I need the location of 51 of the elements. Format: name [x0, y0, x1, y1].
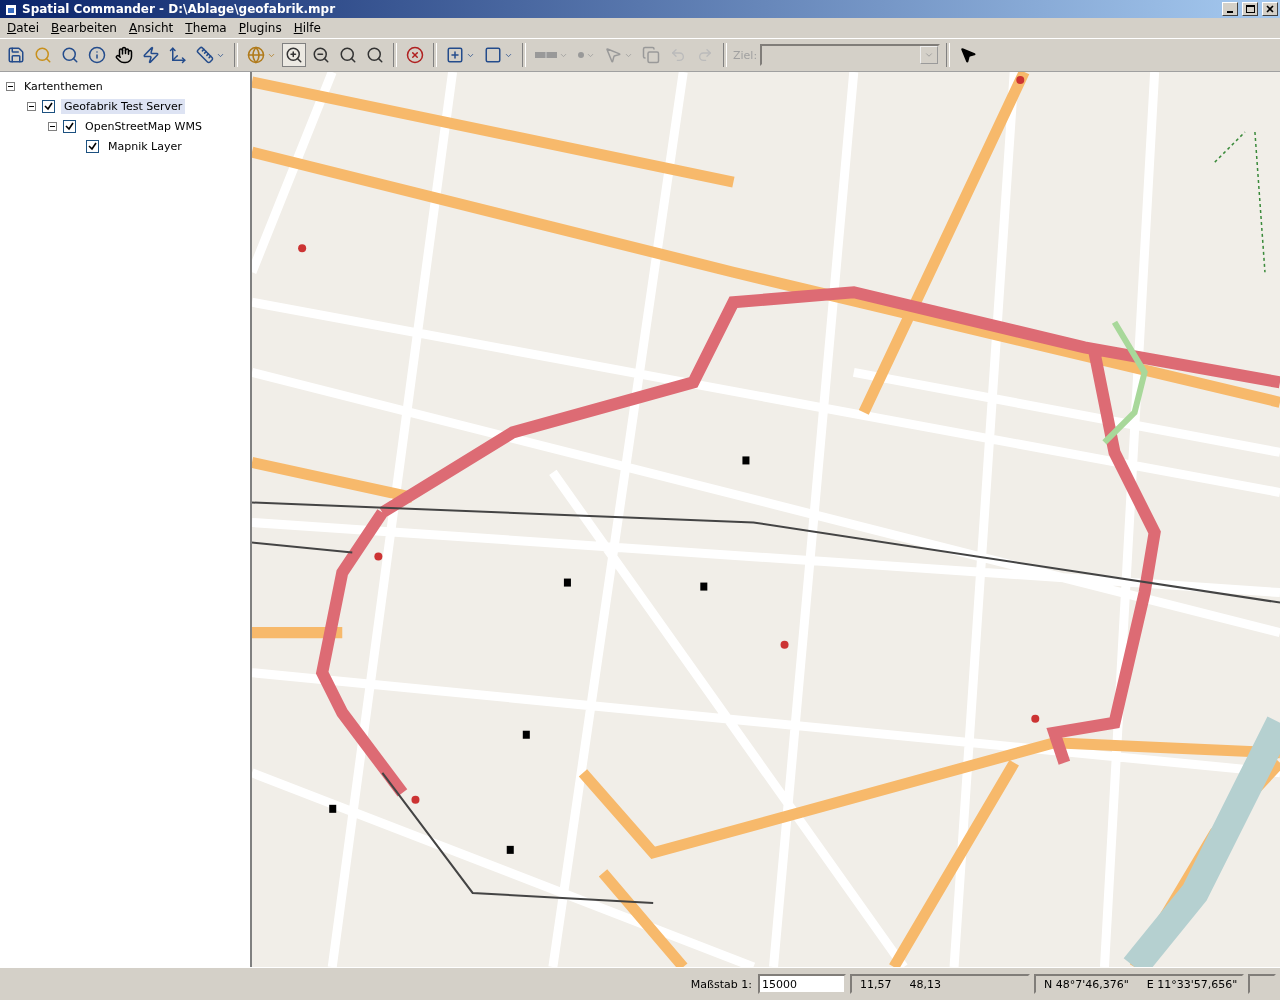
coordinate-text: E 11°33'57,656"	[1146, 977, 1238, 991]
status-panel	[1248, 974, 1276, 994]
checkbox[interactable]	[86, 139, 99, 153]
checkbox[interactable]	[42, 99, 55, 113]
globe-icon	[247, 46, 265, 64]
lightning-icon	[142, 46, 160, 64]
tree-item[interactable]: Mapnik Layer	[105, 138, 185, 154]
minimize-button[interactable]	[1222, 2, 1238, 16]
axes-icon	[169, 46, 187, 64]
expand-toggle[interactable]	[27, 101, 36, 111]
menu-item[interactable]: Bearbeiten	[46, 20, 122, 36]
close-button[interactable]	[1262, 2, 1278, 16]
save-icon	[7, 46, 25, 64]
menu-item[interactable]: Thema	[180, 20, 232, 36]
target-dropdown[interactable]	[760, 44, 941, 66]
checkmark-icon	[44, 101, 53, 111]
maximize-button[interactable]	[1242, 2, 1258, 16]
scale-label: Maßstab 1:	[690, 977, 752, 991]
zoom-in-button[interactable]	[282, 43, 306, 67]
expand-toggle[interactable]	[6, 81, 15, 91]
window-title: Spatial Commander - D:\Ablage\geofabrik.mpr	[22, 2, 337, 16]
checkbox[interactable]	[63, 119, 76, 133]
coordinate-text: 48,13	[909, 977, 941, 991]
pointer-icon	[604, 46, 622, 64]
info-icon	[88, 46, 106, 64]
square-icon	[484, 46, 502, 64]
maximize-icon	[1245, 5, 1255, 13]
search-icon	[61, 46, 79, 64]
coordinate-text: 11,57	[860, 977, 892, 991]
caret-icon	[924, 50, 935, 60]
square-plus-icon	[446, 46, 464, 64]
menu-item[interactable]: Plugins	[233, 20, 287, 36]
search-icon	[34, 46, 52, 64]
tree-item[interactable]: Kartenthemen	[21, 78, 106, 94]
dot-icon	[577, 52, 584, 58]
undo-icon	[670, 47, 686, 63]
menu-item[interactable]: Hilfe	[288, 20, 326, 36]
expand-toggle[interactable]	[48, 121, 57, 131]
coordinate-text: N 48°7'46,376"	[1044, 977, 1129, 991]
checkmark-icon	[65, 121, 74, 131]
checkmark-icon	[88, 141, 97, 151]
scale-field[interactable]: 15000	[758, 974, 846, 994]
app-icon	[4, 2, 18, 16]
menu-item[interactable]: Datei	[2, 20, 45, 36]
menu-item[interactable]: Ansicht	[123, 20, 179, 36]
tree-item[interactable]: Geofabrik Test Server	[61, 98, 186, 114]
ruler-icon	[196, 46, 214, 64]
tree-item[interactable]: OpenStreetMap WMS	[82, 118, 205, 134]
close-icon	[1266, 5, 1274, 13]
hand-icon	[115, 46, 133, 64]
redo-icon	[697, 47, 713, 63]
